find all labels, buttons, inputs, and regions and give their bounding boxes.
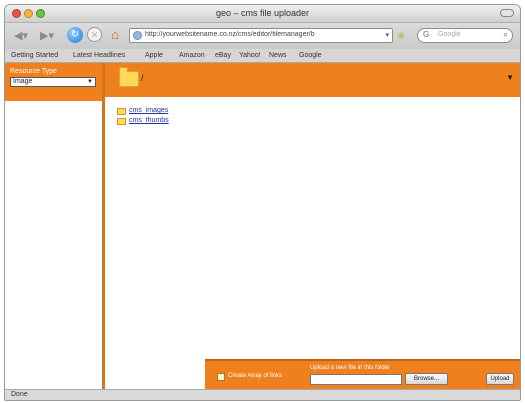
page-content: Resource Type Image ▼ / ▼ cms_images cms…	[5, 63, 520, 391]
search-bar[interactable]: G Google ⌕	[417, 28, 513, 43]
url-dropdown-icon[interactable]: ▾	[385, 31, 389, 39]
browser-window: geo – cms file uploader ◀▾ ▶▾ ↻ ✕ ⌂ http…	[4, 4, 521, 401]
navigation-toolbar: ◀▾ ▶▾ ↻ ✕ ⌂ http://yourwebsitename.co.nz…	[5, 23, 520, 49]
forward-arrow-icon[interactable]: ▶▾	[37, 28, 57, 44]
current-folder-header: / ▼	[105, 63, 520, 97]
site-favicon-icon	[133, 31, 142, 40]
bookmarks-bar: Getting Started Latest Headlines Apple A…	[5, 49, 520, 63]
current-path: /	[141, 73, 144, 83]
folder-icon	[117, 108, 126, 115]
bookmark-amazon[interactable]: Amazon	[179, 52, 205, 59]
window-title: geo – cms file uploader	[215, 8, 310, 18]
bookmark-news[interactable]: News	[269, 52, 287, 59]
bookmark-google[interactable]: Google	[299, 52, 322, 59]
url-text: http://yourwebsitename.co.nz/cms/editor/…	[145, 31, 315, 38]
feed-icon[interactable]: ◉	[397, 30, 407, 40]
resource-type-label: Resource Type	[10, 68, 57, 75]
bookmark-apple[interactable]: Apple	[145, 52, 163, 59]
reload-icon[interactable]: ↻	[67, 27, 83, 43]
open-folder-icon	[119, 67, 139, 87]
upload-button[interactable]: Upload	[486, 373, 514, 385]
upload-bar: Create Array of links Upload a new file …	[205, 359, 520, 391]
status-text: Done	[11, 391, 28, 398]
bookmark-yahoo[interactable]: Yahoo!	[239, 52, 261, 59]
checkbox-label: Create Array of links	[228, 373, 283, 379]
resource-type-pane: Resource Type Image ▼	[5, 63, 105, 391]
bookmark-ebay[interactable]: eBay	[215, 52, 231, 59]
folder-link[interactable]: cms_images	[129, 107, 168, 114]
resource-type-header: Resource Type Image ▼	[5, 63, 102, 101]
bookmark-latest-headlines[interactable]: Latest Headlines	[73, 52, 125, 59]
file-browser-pane: / ▼ cms_images cms_thumbs Create Array o…	[105, 63, 520, 391]
resource-type-value: Image	[13, 78, 33, 85]
file-path-input[interactable]	[310, 374, 402, 385]
select-arrow-icon: ▼	[87, 79, 93, 85]
folder-link[interactable]: cms_thumbs	[129, 117, 169, 124]
back-arrow-icon[interactable]: ◀▾	[11, 28, 31, 44]
folder-menu-icon[interactable]: ▼	[506, 73, 514, 82]
search-engine-icon[interactable]: G	[423, 30, 429, 39]
search-icon[interactable]: ⌕	[504, 30, 508, 40]
search-placeholder: Google	[438, 31, 461, 38]
browse-button[interactable]: Browse...	[405, 373, 448, 385]
title-bar: geo – cms file uploader	[5, 5, 520, 23]
create-array-checkbox[interactable]	[217, 373, 225, 381]
stop-icon[interactable]: ✕	[87, 27, 102, 42]
folder-icon	[117, 118, 126, 125]
address-bar[interactable]: http://yourwebsitename.co.nz/cms/editor/…	[129, 28, 393, 43]
toolbar-toggle-button[interactable]	[500, 9, 514, 17]
bookmark-getting-started[interactable]: Getting Started	[11, 52, 58, 59]
home-icon[interactable]: ⌂	[107, 27, 123, 43]
status-bar: Done	[5, 389, 520, 400]
upload-label: Upload a new file in this folder	[310, 365, 391, 371]
resource-type-select[interactable]: Image ▼	[10, 77, 96, 87]
